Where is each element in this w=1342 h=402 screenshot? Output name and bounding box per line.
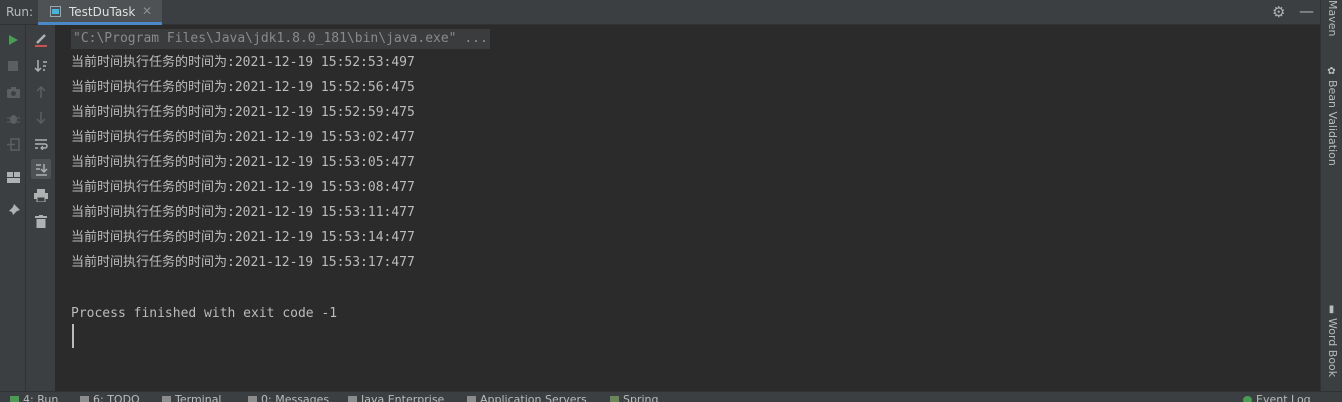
tab-word-book[interactable]: ▮ Word Book (1321, 302, 1342, 386)
console-tool-strip (26, 25, 56, 391)
tab-messages[interactable]: 0: Messages (248, 394, 329, 402)
console-output[interactable]: "C:\Program Files\Java\jdk1.8.0_181\bin\… (56, 25, 1320, 391)
tab-java-enterprise[interactable]: Java Enterprise (348, 394, 444, 402)
bean-validation-icon: ✿ (1327, 66, 1336, 77)
run-label: Run: (6, 5, 34, 19)
tab-bean-validation-label: Bean Validation (1326, 80, 1339, 166)
stop-icon[interactable] (3, 56, 23, 76)
gear-icon[interactable]: ⚙ (1272, 3, 1285, 21)
output-line: 当前时间执行任务的时间为:2021-12-19 15:53:02:477 (71, 130, 415, 145)
output-line: 当前时间执行任务的时间为:2021-12-19 15:53:14:477 (71, 230, 415, 245)
word-book-icon: ▮ (1328, 304, 1335, 315)
sort-icon[interactable] (31, 56, 51, 76)
tab-java-enterprise-label: Java Enterprise (361, 393, 445, 402)
output-line: 当前时间执行任务的时间为:2021-12-19 15:53:08:477 (71, 180, 415, 195)
tab-event-log-label: Event Log (1256, 393, 1311, 402)
scroll-to-end-icon[interactable] (31, 159, 51, 179)
tab-run-label: 4: Run (23, 393, 59, 402)
exit-icon[interactable] (3, 134, 23, 154)
tab-testdutask[interactable]: TestDuTask ✕ (38, 0, 162, 25)
tab-word-book-label: Word Book (1326, 318, 1339, 378)
right-tool-window-bar: Maven ✿ Bean Validation ▮ Word Book (1320, 0, 1342, 391)
print-icon[interactable] (31, 185, 51, 205)
tab-event-log[interactable]: Event Log (1243, 394, 1311, 402)
tab-terminal[interactable]: Terminal (162, 394, 222, 402)
text-caret (72, 324, 74, 348)
tab-application-servers[interactable]: Application Servers (467, 394, 587, 402)
todo-icon (80, 396, 89, 402)
clear-icon[interactable] (31, 30, 51, 50)
tab-maven[interactable]: Maven (1321, 0, 1342, 46)
tab-bean-validation[interactable]: ✿ Bean Validation (1321, 64, 1342, 168)
terminal-icon (162, 396, 171, 402)
messages-icon (248, 396, 257, 402)
run-icon[interactable] (3, 30, 23, 50)
tab-run[interactable]: 4: Run (10, 394, 58, 402)
exit-message: Process finished with exit code -1 (71, 306, 338, 321)
soft-wrap-icon[interactable] (31, 134, 51, 154)
tab-todo[interactable]: 6: TODO (80, 394, 140, 402)
run-icon (10, 396, 19, 402)
output-line: 当前时间执行任务的时间为:2021-12-19 15:52:59:475 (71, 105, 415, 120)
layout-icon[interactable] (3, 167, 23, 187)
tab-todo-label: 6: TODO (93, 393, 140, 402)
bottom-tool-window-bar: 4: Run 6: TODO Terminal 0: Messages Java… (0, 391, 1342, 402)
command-line: "C:\Program Files\Java\jdk1.8.0_181\bin\… (71, 29, 490, 49)
output-line: 当前时间执行任务的时间为:2021-12-19 15:53:05:477 (71, 155, 415, 170)
event-log-icon (1243, 396, 1252, 402)
up-arrow-icon[interactable] (31, 82, 51, 102)
tab-application-servers-label: Application Servers (480, 393, 587, 402)
run-toolbar: Run: TestDuTask ✕ ⚙ — (0, 0, 1320, 25)
java-class-icon (50, 6, 61, 17)
java-enterprise-icon (348, 396, 357, 402)
output-line: 当前时间执行任务的时间为:2021-12-19 15:53:17:477 (71, 255, 415, 270)
minimize-icon[interactable]: — (1299, 2, 1314, 20)
tab-messages-label: 0: Messages (261, 393, 330, 402)
pin-icon[interactable] (3, 200, 23, 220)
close-icon[interactable]: ✕ (142, 4, 152, 18)
camera-icon[interactable] (3, 82, 23, 102)
output-line: 当前时间执行任务的时间为:2021-12-19 15:53:11:477 (71, 205, 415, 220)
tab-title: TestDuTask (69, 5, 136, 19)
tab-maven-label: Maven (1326, 0, 1339, 37)
output-line: 当前时间执行任务的时间为:2021-12-19 15:52:56:475 (71, 80, 415, 95)
down-arrow-icon[interactable] (31, 108, 51, 128)
trash-icon[interactable] (31, 211, 51, 231)
output-line: 当前时间执行任务的时间为:2021-12-19 15:52:53:497 (71, 55, 415, 70)
debug-icon[interactable] (3, 108, 23, 128)
tab-spring-label: Spring (623, 393, 659, 402)
tab-spring[interactable]: Spring (610, 394, 659, 402)
application-servers-icon (467, 396, 476, 402)
left-action-strip (0, 25, 26, 391)
tab-terminal-label: Terminal (175, 393, 222, 402)
spring-icon (610, 396, 619, 402)
